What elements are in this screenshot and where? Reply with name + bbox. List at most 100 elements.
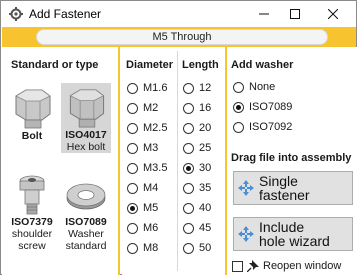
diameter-option[interactable]: M1.6	[127, 81, 167, 95]
standard-heading: Standard or type	[11, 59, 99, 71]
length-option[interactable]: 16	[183, 101, 211, 115]
diameter-option[interactable]: M6	[127, 221, 158, 235]
diameter-option[interactable]: M2	[127, 101, 158, 115]
diameter-radio[interactable]	[127, 142, 138, 154]
minimize-icon	[259, 13, 269, 15]
include-hole-wizard-button[interactable]: Include hole wizard	[233, 217, 353, 251]
column-divider	[177, 51, 178, 271]
diameter-radio[interactable]	[127, 102, 138, 114]
washer-option[interactable]: ISO7089	[233, 100, 292, 114]
close-icon	[328, 9, 338, 19]
type-card-iso4017-sub: Hex bolt	[66, 141, 106, 153]
length-option-label: 16	[199, 102, 212, 114]
diameter-option-label: M1.6	[143, 82, 168, 94]
single-fastener-label: Single fastener	[259, 173, 310, 203]
washer-option-label: None	[249, 81, 276, 93]
type-card-bolt[interactable]: Bolt	[7, 83, 57, 153]
diameter-option-label: M8	[143, 242, 159, 254]
reopen-window-toggle[interactable]: Reopen window	[232, 260, 341, 272]
type-card-bolt-label: Bolt	[21, 130, 43, 142]
length-option[interactable]: 20	[183, 121, 211, 135]
diameter-radio[interactable]	[127, 222, 138, 234]
length-option[interactable]: 45	[183, 221, 211, 235]
move-arrows-icon	[238, 180, 254, 196]
add-fastener-window: Add Fastener M5 Through Standard or type…	[0, 0, 357, 275]
size-panel: Diameter Length M1.6 M2 M2.5 M3 M3.5 M4 M5 M6 M8…	[122, 47, 225, 275]
type-card-iso7089-label: ISO7089	[65, 216, 107, 228]
washer-option-label: ISO7089	[249, 101, 293, 113]
diameter-radio[interactable]	[127, 202, 138, 214]
diameter-option[interactable]: M5	[127, 201, 158, 215]
diameter-radio[interactable]	[127, 162, 138, 174]
diameter-option[interactable]: M3.5	[127, 161, 167, 175]
diameter-option[interactable]: M4	[127, 181, 158, 195]
type-card-iso4017-label: ISO4017	[65, 129, 107, 141]
length-option-label: 50	[199, 242, 212, 254]
washer-heading: Add washer	[231, 59, 294, 71]
close-button[interactable]	[315, 1, 351, 27]
length-radio[interactable]	[183, 202, 194, 214]
length-radio[interactable]	[183, 82, 194, 94]
washer-option[interactable]: ISO7092	[233, 120, 292, 134]
diameter-radio[interactable]	[127, 122, 138, 134]
window-title: Add Fastener	[29, 7, 102, 21]
length-radio[interactable]	[183, 242, 194, 254]
maximize-icon	[290, 9, 300, 19]
type-card-iso4017[interactable]: ISO4017 Hex bolt	[61, 83, 111, 153]
type-card-iso7089[interactable]: ISO7089 Washer standard	[61, 169, 111, 264]
diameter-option[interactable]: M8	[127, 241, 158, 255]
washer-panel: Add washer None ISO7089 ISO7092 Drag file …	[225, 47, 357, 275]
diameter-radio[interactable]	[127, 182, 138, 194]
standard-panel: Standard or type Bolt ISO4017 Hex bolt I…	[2, 47, 120, 275]
length-option-label: 35	[199, 182, 212, 194]
diameter-option-label: M3.5	[143, 162, 168, 174]
length-option[interactable]: 25	[183, 141, 211, 155]
length-option[interactable]: 30	[183, 161, 211, 175]
length-option[interactable]: 50	[183, 241, 211, 255]
app-gear-icon	[9, 7, 23, 21]
type-card-iso7089-sub: Washer standard	[65, 228, 107, 252]
washer-radio[interactable]	[233, 121, 244, 133]
hex-bolt-icon	[15, 89, 51, 129]
length-option[interactable]: 12	[183, 81, 211, 95]
type-card-iso7379-sub: shoulder screw	[11, 228, 53, 252]
move-arrows-icon	[238, 226, 254, 242]
single-fastener-button[interactable]: Single fastener	[233, 171, 353, 205]
diameter-radio[interactable]	[127, 242, 138, 254]
length-option[interactable]: 40	[183, 201, 211, 215]
pin-icon	[247, 260, 259, 272]
washer-radio[interactable]	[233, 81, 244, 93]
washer-option-label: ISO7092	[249, 121, 293, 133]
washer-icon	[66, 183, 106, 210]
diameter-option-label: M6	[143, 222, 159, 234]
length-radio[interactable]	[183, 222, 194, 234]
length-option-label: 25	[199, 142, 212, 154]
drag-heading: Drag file into assembly	[231, 152, 352, 164]
length-radio[interactable]	[183, 182, 194, 194]
shoulder-screw-icon	[19, 175, 45, 215]
hole-wizard-line: hole wizard	[259, 233, 330, 249]
length-option[interactable]: 35	[183, 181, 211, 195]
length-option-label: 40	[199, 202, 212, 214]
diameter-option[interactable]: M3	[127, 141, 158, 155]
reopen-window-label: Reopen window	[263, 260, 342, 272]
reopen-checkbox[interactable]	[232, 260, 243, 272]
include-hole-wizard-label: Include hole wizard	[259, 220, 330, 248]
washer-radio[interactable]	[233, 101, 244, 113]
type-card-iso7379[interactable]: ISO7379 shoulder screw	[7, 169, 57, 264]
diameter-option[interactable]: M2.5	[127, 121, 167, 135]
length-heading: Length	[182, 59, 219, 71]
type-card-iso7379-label: ISO7379	[11, 216, 53, 228]
selection-field[interactable]: M5 Through	[36, 29, 328, 45]
length-option-label: 45	[199, 222, 212, 234]
diameter-option-label: M5	[143, 202, 159, 214]
diameter-option-label: M3	[143, 142, 159, 154]
hex-bolt-icon	[69, 89, 105, 128]
length-radio[interactable]	[183, 122, 194, 134]
length-radio[interactable]	[183, 162, 194, 174]
length-radio[interactable]	[183, 102, 194, 114]
washer-option[interactable]: None	[233, 80, 275, 94]
maximize-button[interactable]	[277, 1, 313, 27]
diameter-radio[interactable]	[127, 82, 138, 94]
length-radio[interactable]	[183, 142, 194, 154]
